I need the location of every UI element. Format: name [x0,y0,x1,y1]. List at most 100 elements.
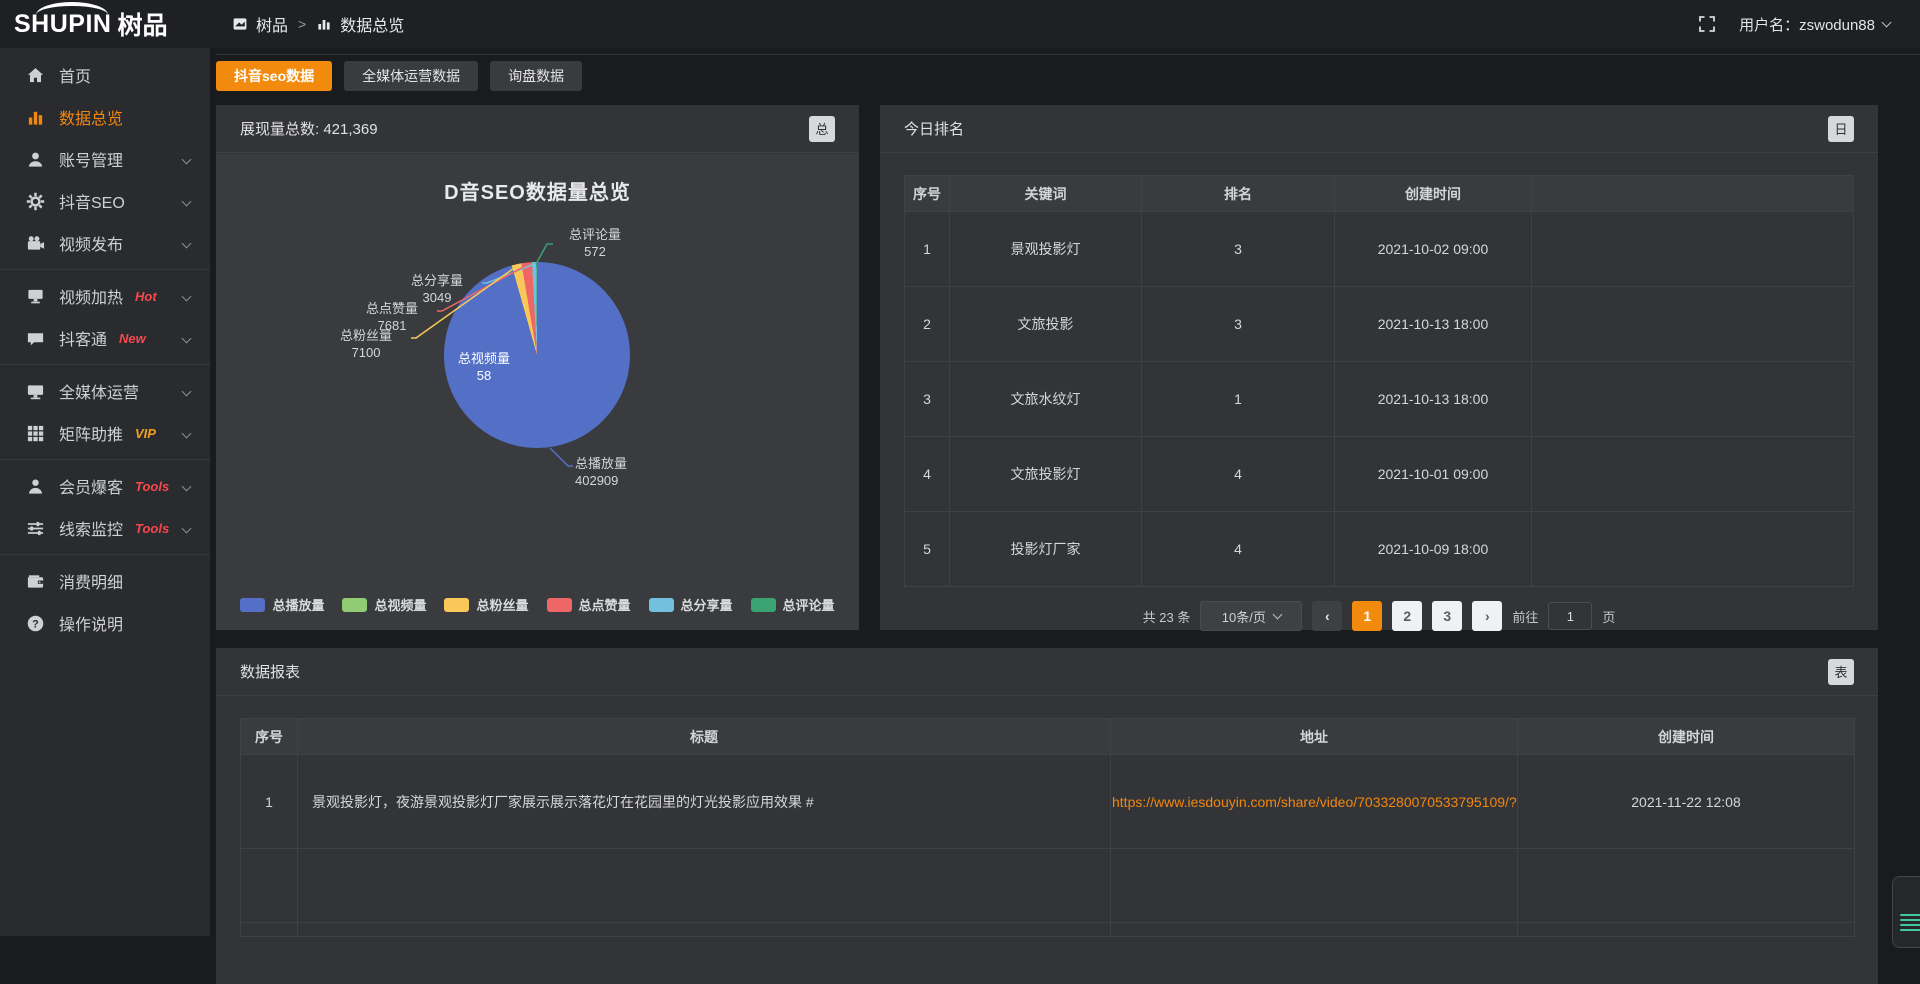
legend-color-chip [240,598,265,612]
ranking-cell-keyword: 文旅水纹灯 [950,362,1142,437]
prev-page-button[interactable]: ‹ [1312,601,1342,631]
monitor-icon [26,382,45,401]
ranking-cell-no: 2 [905,287,950,362]
sidebar-item-video-publish[interactable]: 视频发布 [0,222,210,264]
status-badge: Tools [135,479,169,494]
svg-text:?: ? [32,618,39,630]
tab-douyin-seo-data[interactable]: 抖音seo数据 [216,61,332,91]
legend-item[interactable]: 总播放量 [240,595,324,614]
pie-chart-area: D音SEO数据量总览 总评论量572 总分享量3049 总点赞量7681 总粉丝… [216,154,859,630]
gear-icon [26,192,45,211]
grid-icon [26,424,45,443]
total-toggle-button[interactable]: 总 [809,116,835,142]
chevron-down-icon [1272,610,1282,620]
help-icon: ? [26,614,45,633]
ranking-cell-rank: 4 [1142,512,1335,587]
sidebar-item-label: 视频加热 [59,284,123,308]
member-icon [26,477,45,496]
legend-item[interactable]: 总视频量 [342,595,426,614]
pie-label-plays: 总播放量402909 [575,455,685,489]
clue-icon [26,519,45,538]
page-button-3[interactable]: 3 [1432,601,1462,631]
overview-panel-header: 展现量总数: 421,369 总 [216,105,859,153]
col-url: 地址 [1111,719,1518,755]
fullscreen-icon[interactable] [1697,14,1717,34]
legend-color-chip [342,598,367,612]
chevron-down-icon [182,481,192,491]
sidebar-item-home[interactable]: 首页 [0,54,210,96]
chart-icon [26,108,45,127]
chevron-down-icon [1882,18,1892,28]
page-button-1[interactable]: 1 [1352,601,1382,631]
sidebar-item-label: 抖客通 [59,326,107,350]
legend-label: 总视频量 [374,595,426,614]
sidebar-item-video-heat[interactable]: 视频加热Hot [0,275,210,317]
sidebar-item-label: 视频发布 [59,231,123,255]
ranking-cell-created: 2021-10-01 09:00 [1335,437,1532,512]
main-content: 抖音seo数据全媒体运营数据询盘数据 展现量总数: 421,369 总 D音SE… [210,48,1920,936]
floating-helper-widget[interactable] [1892,876,1920,948]
sidebar-item-help[interactable]: ?操作说明 [0,602,210,644]
table-row: 3文旅水纹灯12021-10-13 18:00 [905,362,1854,437]
col-no: 序号 [905,176,950,212]
day-toggle-button[interactable]: 日 [1828,116,1854,142]
col-rank: 排名 [1142,176,1335,212]
ranking-cell-rank: 4 [1142,437,1335,512]
sidebar-item-douyin-seo[interactable]: 抖音SEO [0,180,210,222]
page-size-select[interactable]: 10条/页 [1200,601,1302,631]
report-link[interactable]: https://www.iesdouyin.com/share/video/70… [1111,755,1518,849]
pie-label-comments: 总评论量572 [555,226,635,260]
sidebar-item-overview[interactable]: 数据总览 [0,96,210,138]
sidebar-item-expense[interactable]: 消费明细 [0,560,210,602]
legend-color-chip [649,598,674,612]
goto-page-input[interactable] [1548,602,1592,630]
report-panel-body: 序号 标题 地址 创建时间 1 景观投影灯，夜游景观投影灯厂家展示展示落花灯在花… [240,697,1854,984]
topbar-divider [216,54,1920,55]
sidebar-item-member-burst[interactable]: 会员爆客 Tools [0,465,210,507]
legend-item[interactable]: 总粉丝量 [444,595,528,614]
sidebar-item-label: 抖音SEO [59,189,125,213]
table-row: 5投影灯厂家42021-10-09 18:00 [905,512,1854,587]
home-icon [26,66,45,85]
tab-media-ops-data[interactable]: 全媒体运营数据 [344,61,478,91]
sidebar-item-douketong[interactable]: 抖客通New [0,317,210,359]
col-no: 序号 [241,719,298,755]
col-title: 标题 [298,719,1111,755]
next-page-button[interactable]: › [1472,601,1502,631]
table-toggle-button[interactable]: 表 [1828,659,1854,685]
table-row: 1 景观投影灯，夜游景观投影灯厂家展示展示落花灯在花园里的灯光投影应用效果 # … [241,755,1855,849]
ranking-cell-rank: 1 [1142,362,1335,437]
expense-icon [26,572,45,591]
ranking-cell-filler [1532,437,1854,512]
legend-item[interactable]: 总点赞量 [547,595,631,614]
ranking-cell-keyword: 文旅投影灯 [950,437,1142,512]
breadcrumb: 树品 > 数据总览 [232,12,404,36]
col-filler [1532,176,1854,212]
page-button-2[interactable]: 2 [1392,601,1422,631]
overview-panel: 展现量总数: 421,369 总 D音SEO数据量总览 总评论量572 总分享量… [216,105,859,630]
col-keyword: 关键词 [950,176,1142,212]
sidebar-item-clue-monitor[interactable]: 线索监控Tools [0,507,210,549]
ranking-cell-filler [1532,362,1854,437]
breadcrumb-current[interactable]: 数据总览 [340,12,404,36]
breadcrumb-root[interactable]: 树品 [256,12,288,36]
breadcrumb-separator: > [298,16,306,32]
shupin-icon [232,16,248,32]
ranking-cell-created: 2021-10-02 09:00 [1335,212,1532,287]
table-row [241,923,1855,937]
ranking-header-row: 序号 关键词 排名 创建时间 [905,176,1854,212]
legend-label: 总粉丝量 [476,595,528,614]
sidebar-item-media-ops[interactable]: 全媒体运营 [0,370,210,412]
ranking-cell-created: 2021-10-13 18:00 [1335,362,1532,437]
report-cell-no: 1 [241,755,298,849]
sidebar-item-matrix-boost[interactable]: 矩阵助推VIP [0,412,210,454]
table-row: 1景观投影灯32021-10-02 09:00 [905,212,1854,287]
sidebar-item-label: 会员爆客 [59,474,123,498]
sidebar-item-account[interactable]: 账号管理 [0,138,210,180]
tab-inquiry-data[interactable]: 询盘数据 [490,61,582,91]
legend-item[interactable]: 总分享量 [649,595,733,614]
ranking-cell-no: 1 [905,212,950,287]
user-menu[interactable]: 用户名：zswodun88 [1739,14,1890,35]
pie-label-fans: 总粉丝量7100 [321,327,411,361]
legend-item[interactable]: 总评论量 [751,595,835,614]
